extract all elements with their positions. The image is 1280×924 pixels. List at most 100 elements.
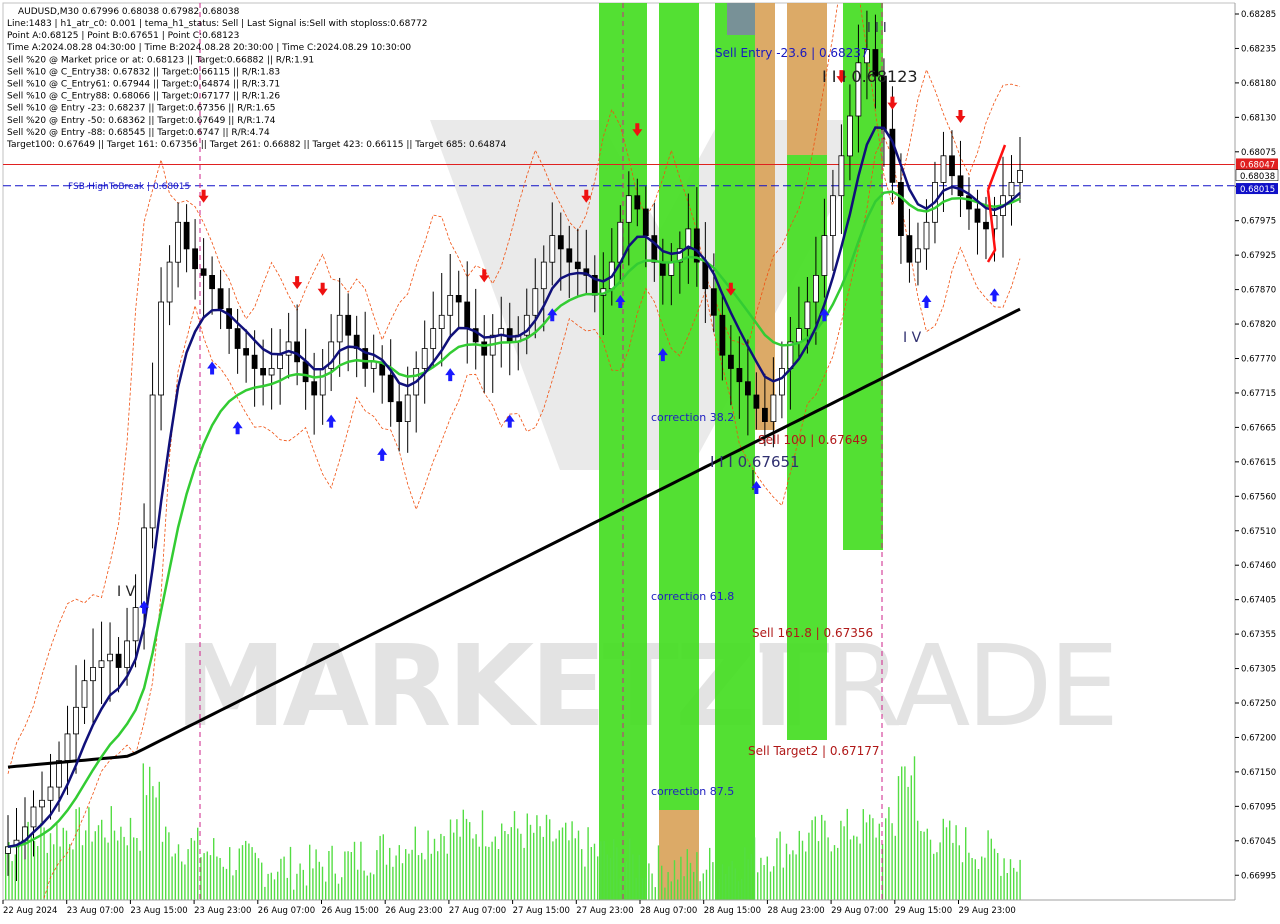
volume-bar <box>245 840 247 900</box>
volume-bar <box>721 864 724 900</box>
volume-bar <box>568 840 570 900</box>
volume-bar <box>289 846 292 900</box>
volume-bar <box>750 854 752 900</box>
volume-bar <box>341 877 343 900</box>
volume-bar <box>728 866 730 900</box>
volume-bar <box>43 827 45 900</box>
volume-bar <box>315 849 317 900</box>
volume-bar <box>718 879 720 900</box>
volume-bar <box>334 873 336 900</box>
candle-body <box>1017 169 1023 183</box>
time-axis[interactable]: 22 Aug 2024 23 Aug 07:00 23 Aug 15:00 23 Au… <box>0 899 1280 920</box>
volume-bar <box>309 844 311 900</box>
volume-bar <box>840 820 842 900</box>
info-line: Sell %10 @ Entry -23: 0.68237 || Target:… <box>7 104 275 114</box>
candle-body <box>847 115 853 157</box>
volume-bar <box>110 806 112 900</box>
volume-bar <box>273 879 276 900</box>
volume-bar <box>904 766 906 900</box>
volume-bar <box>225 868 228 900</box>
info-line: Line:1483 | h1_atr_c0: 0.001 | tema_h1_s… <box>7 19 428 29</box>
volume-bar <box>181 861 183 900</box>
volume-bar <box>990 838 992 900</box>
candle-body <box>634 195 641 210</box>
volume-bar <box>574 838 576 900</box>
price-chart[interactable]: MARKETZI TRADE FSB-HighToBreak | 0.68015… <box>0 0 1280 920</box>
volume-bar <box>155 797 157 900</box>
volume-bar <box>683 876 685 900</box>
volume-bar <box>888 807 890 900</box>
volume-bar <box>561 827 564 900</box>
candle-body <box>217 288 224 310</box>
candle-body <box>668 261 675 276</box>
time-tick-label: 27 Aug 23:00 <box>576 906 633 916</box>
volume-bar <box>232 875 234 900</box>
volume-bar <box>177 844 180 900</box>
volume-bar <box>126 845 128 900</box>
volume-bar <box>184 864 186 900</box>
volume-bar <box>520 833 522 900</box>
volume-bar <box>715 883 717 900</box>
volume-bar <box>408 853 410 900</box>
candle-body <box>710 288 717 316</box>
volume-bar <box>584 866 586 900</box>
candle-body <box>387 374 394 403</box>
volume-bar <box>513 811 516 900</box>
candle-body <box>396 401 403 423</box>
volume-bar <box>885 818 887 900</box>
volume-bar <box>952 842 954 900</box>
volume-bar <box>734 868 736 900</box>
volume-bar <box>235 870 237 900</box>
candle-body <box>302 361 309 383</box>
candle-body <box>966 195 972 210</box>
time-tick-label: 29 Aug 07:00 <box>831 906 888 916</box>
volume-bar <box>113 830 116 900</box>
volume-bar <box>808 832 810 900</box>
volume-bar <box>549 819 551 900</box>
volume-bar <box>69 844 71 900</box>
price-tick-label: 0.67150 <box>1241 768 1276 778</box>
volume-bar <box>968 852 970 900</box>
candle-body <box>234 328 241 349</box>
candle-body <box>651 235 658 263</box>
volume-bar <box>209 855 212 900</box>
volume-bar <box>1019 859 1021 900</box>
candle-body <box>940 155 947 183</box>
volume-bar <box>59 846 61 900</box>
candle-body <box>294 341 301 363</box>
volume-bar <box>101 819 103 900</box>
volume-bar <box>552 841 554 900</box>
wave-label: I I I 0.68123 <box>822 67 918 86</box>
volume-bar <box>632 854 634 900</box>
volume-bar <box>833 845 836 900</box>
volume-bar <box>206 851 208 900</box>
candle-body <box>192 248 199 270</box>
candle-body <box>557 235 564 250</box>
volume-bar <box>261 862 263 900</box>
volume-bar <box>75 809 77 900</box>
volume-bar <box>187 849 189 900</box>
candle-body <box>149 394 156 529</box>
candle-body <box>132 607 139 642</box>
candle-body <box>983 221 989 230</box>
volume-bar <box>830 851 832 900</box>
candle-body <box>702 261 709 290</box>
price-axis[interactable]: 0.68285 0.68235 0.68180 0.68130 0.68075 0.680… <box>1234 0 1280 920</box>
candle-body <box>98 660 105 668</box>
price-tick-label: 0.68235 <box>1241 44 1276 54</box>
signal-band-1 <box>659 3 699 810</box>
time-tick-label: 26 Aug 07:00 <box>258 906 315 916</box>
volume-bar <box>443 836 445 900</box>
volume-bar <box>152 786 154 900</box>
volume-bar <box>856 836 858 900</box>
candle-body <box>455 294 462 303</box>
wave-label: I I I 0.67651 <box>710 453 800 471</box>
candle-body <box>200 268 207 276</box>
volume-bar <box>222 866 224 900</box>
volume-bar <box>536 815 538 900</box>
volume-bar <box>251 847 253 900</box>
level-label: Sell Entry -23.6 | 0.68237 <box>715 46 869 60</box>
volume-bar <box>590 847 592 900</box>
volume-bar <box>385 864 388 900</box>
volume-bar <box>859 843 861 900</box>
